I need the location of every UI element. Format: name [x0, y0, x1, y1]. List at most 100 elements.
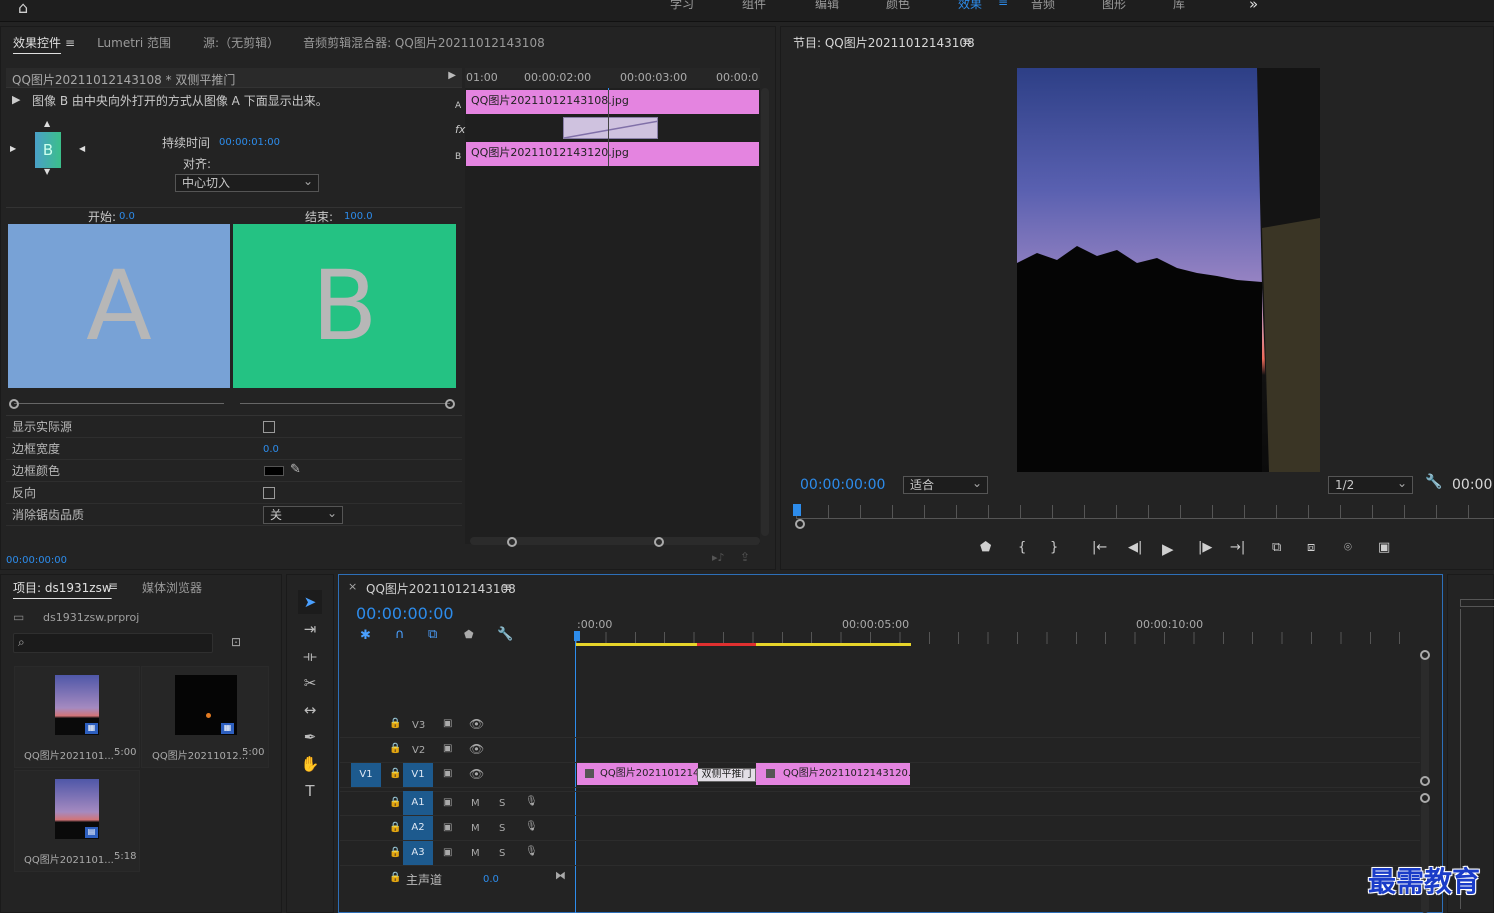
- timeline-settings-icon[interactable]: 🔧: [497, 627, 513, 642]
- sync-lock-icon[interactable]: ▣: [443, 718, 452, 729]
- program-zoom-handle[interactable]: [795, 519, 805, 529]
- duration-value[interactable]: 00:00:01:00: [219, 137, 280, 148]
- vscroll-handle[interactable]: [1420, 793, 1430, 803]
- workspace-menu-icon[interactable]: ≡: [998, 0, 1008, 9]
- master-expand-icon[interactable]: ⧓: [555, 869, 566, 882]
- ripple-edit-tool-icon[interactable]: ⟛: [298, 644, 322, 668]
- mute-button[interactable]: M: [471, 848, 480, 859]
- antialias-select[interactable]: 关: [263, 505, 343, 524]
- program-timecode[interactable]: 00:00:00:00: [800, 477, 885, 493]
- home-icon[interactable]: ⌂: [18, 0, 28, 17]
- sync-lock-icon[interactable]: ▣: [443, 797, 452, 808]
- track-target-a2[interactable]: A2: [403, 816, 433, 840]
- project-item[interactable]: ▦ QQ图片2021101... 5:00: [14, 666, 140, 768]
- export-frame-icon[interactable]: ⌾: [1344, 540, 1352, 555]
- project-menu-icon[interactable]: ≡: [108, 579, 118, 593]
- solo-button[interactable]: S: [499, 848, 505, 859]
- start-slider-handle[interactable]: [9, 399, 19, 409]
- nest-icon[interactable]: ✱: [360, 628, 371, 643]
- play-icon[interactable]: ▶: [448, 70, 456, 81]
- workspace-tab-7[interactable]: 库: [1173, 0, 1185, 12]
- project-item[interactable]: ▤ QQ图片2021101... 5:18: [14, 770, 140, 872]
- timeline-clip-a[interactable]: QQ图片2021101214: [577, 763, 698, 785]
- workspace-tab-0[interactable]: 学习: [670, 0, 694, 12]
- sequence-title[interactable]: QQ图片20211012143108: [366, 580, 516, 597]
- resolution-select[interactable]: 1/2: [1328, 475, 1413, 494]
- type-tool-icon[interactable]: T: [298, 779, 322, 803]
- track-target-v1[interactable]: V1: [403, 763, 433, 787]
- project-search-input[interactable]: [13, 633, 213, 653]
- fit-select[interactable]: 适合: [903, 475, 988, 494]
- start-value[interactable]: 0.0: [119, 211, 135, 222]
- razor-tool-icon[interactable]: ✂: [298, 671, 322, 695]
- end-slider-handle[interactable]: [445, 399, 455, 409]
- mini-zoom-handle-right[interactable]: [654, 537, 664, 547]
- mute-button[interactable]: M: [471, 823, 480, 834]
- program-ruler[interactable]: [796, 505, 1494, 519]
- arrow-down-icon[interactable]: ▼: [44, 167, 50, 176]
- sequence-menu-icon[interactable]: ≡: [502, 580, 512, 594]
- border-color-swatch[interactable]: [264, 466, 284, 476]
- new-bin-icon[interactable]: ⊡: [231, 635, 241, 649]
- sync-lock-icon[interactable]: ▣: [443, 743, 452, 754]
- workspace-tab-2[interactable]: 编辑: [815, 0, 839, 12]
- mini-transition[interactable]: [563, 117, 658, 139]
- hand-tool-icon[interactable]: ✋: [298, 752, 322, 776]
- mini-clip-b[interactable]: QQ图片20211012143120.jpg: [466, 142, 759, 166]
- project-item[interactable]: ▦ QQ图片20211012... 5:00: [141, 666, 269, 768]
- arrow-left-icon[interactable]: ▶: [10, 144, 16, 153]
- tab-lumetri-scopes[interactable]: Lumetri 范围: [85, 34, 183, 51]
- vscroll-handle[interactable]: [1420, 776, 1430, 786]
- arrow-right-icon[interactable]: ◀: [79, 144, 85, 153]
- master-track-value[interactable]: 0.0: [483, 874, 499, 885]
- track-target-a3[interactable]: A3: [403, 841, 433, 865]
- wrench-icon[interactable]: 🔧: [1425, 474, 1442, 490]
- mark-in-icon[interactable]: {: [1018, 540, 1026, 555]
- tab-project[interactable]: 项目: ds1931zsw: [1, 579, 124, 596]
- workspace-tab-1[interactable]: 组件: [742, 0, 766, 12]
- track-select-tool-icon[interactable]: ⇥: [298, 617, 322, 641]
- lock-icon[interactable]: 🔒: [389, 797, 401, 808]
- timeline-vscroll-video[interactable]: [1421, 656, 1429, 782]
- lock-icon[interactable]: 🔒: [389, 822, 401, 833]
- program-playhead[interactable]: [793, 504, 801, 516]
- track-target-a1[interactable]: A1: [403, 791, 433, 815]
- snap-icon[interactable]: ∩: [395, 627, 405, 642]
- mini-zoom-handle-left[interactable]: [507, 537, 517, 547]
- go-to-out-icon[interactable]: →|: [1230, 540, 1245, 555]
- lift-icon[interactable]: ⧉: [1272, 540, 1281, 555]
- lock-icon[interactable]: 🔒: [389, 718, 401, 729]
- eyedropper-icon[interactable]: ✎: [290, 462, 301, 477]
- program-menu-icon[interactable]: ≡: [962, 34, 972, 48]
- mark-out-icon[interactable]: }: [1050, 540, 1058, 555]
- align-select[interactable]: 中心切入: [175, 173, 319, 192]
- tab-menu-icon[interactable]: ≡: [65, 36, 75, 50]
- mute-button[interactable]: M: [471, 798, 480, 809]
- start-slider[interactable]: [14, 403, 224, 404]
- lock-icon[interactable]: 🔒: [389, 847, 401, 858]
- audio-only-icon[interactable]: ▸♪: [712, 551, 725, 564]
- close-sequence-icon[interactable]: ×: [348, 580, 357, 593]
- lock-icon[interactable]: 🔒: [389, 872, 401, 883]
- eye-icon[interactable]: 👁: [469, 742, 484, 756]
- go-to-in-icon[interactable]: |←: [1092, 540, 1107, 555]
- pen-tool-icon[interactable]: ✒: [298, 725, 322, 749]
- timeline-playhead-head[interactable]: [574, 631, 580, 641]
- tab-media-browser[interactable]: 媒体浏览器: [130, 579, 214, 596]
- compare-icon[interactable]: ▣: [1378, 540, 1390, 555]
- vscroll-handle[interactable]: [1420, 650, 1430, 660]
- eye-icon[interactable]: 👁: [469, 767, 484, 781]
- selection-tool-icon[interactable]: ➤: [298, 590, 322, 614]
- sync-lock-icon[interactable]: ▣: [443, 847, 452, 858]
- lock-icon[interactable]: 🔒: [389, 743, 401, 754]
- eye-icon[interactable]: 👁: [469, 717, 484, 731]
- slip-tool-icon[interactable]: ↔: [298, 698, 322, 722]
- effect-controls-timecode[interactable]: 00:00:00:00: [6, 555, 67, 566]
- step-forward-icon[interactable]: |▶: [1198, 540, 1212, 555]
- end-slider[interactable]: [240, 403, 450, 404]
- arrow-up-icon[interactable]: ▲: [44, 119, 50, 128]
- tab-effect-controls[interactable]: 效果控件: [1, 34, 73, 51]
- workspace-tab-6[interactable]: 图形: [1102, 0, 1126, 12]
- timeline-transition[interactable]: 双侧平推门: [697, 768, 756, 782]
- timeline-clip-b[interactable]: QQ图片20211012143120.jpg: [756, 763, 910, 785]
